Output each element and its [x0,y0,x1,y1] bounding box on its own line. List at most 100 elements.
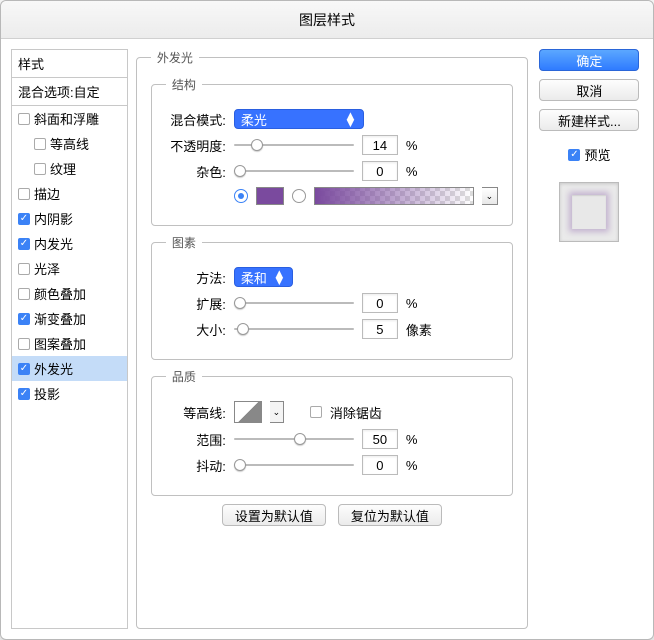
sidebar-item-label: 外发光 [34,359,73,378]
preview-checkbox[interactable]: ✓ [568,149,580,161]
chevron-updown-icon: ▲▼ [273,270,286,284]
preview-box [559,182,619,242]
jitter-label: 抖动: [166,456,226,475]
technique-select[interactable]: 柔和 ▲▼ [234,267,293,287]
quality-legend: 品质 [166,368,202,385]
blendmode-select[interactable]: 柔光 ▲▼ [234,109,364,129]
noise-unit: % [406,164,436,179]
gradient-radio[interactable] [292,189,306,203]
sidebar-item-checkbox[interactable] [18,288,30,300]
sidebar-item-5[interactable]: ✓ 内发光 [12,231,127,256]
sidebar-item-label: 纹理 [50,159,76,178]
right-column: 确定 取消 新建样式... ✓ 预览 [536,49,643,629]
preview-label: 预览 [584,145,610,164]
sidebar-item-1[interactable]: 等高线 [12,131,127,156]
size-label: 大小: [166,320,226,339]
outer-glow-group: 外发光 结构 混合模式: 柔光 ▲▼ 不透明度: [136,49,528,629]
sidebar-item-4[interactable]: ✓ 内阴影 [12,206,127,231]
range-unit: % [406,432,436,447]
size-input[interactable] [362,319,398,339]
sidebar-item-0[interactable]: 斜面和浮雕 [12,106,127,131]
sidebar-item-6[interactable]: 光泽 [12,256,127,281]
sidebar-item-label: 描边 [34,184,60,203]
range-label: 范围: [166,430,226,449]
sidebar-item-2[interactable]: 纹理 [12,156,127,181]
jitter-input[interactable] [362,455,398,475]
sidebar-item-label: 光泽 [34,259,60,278]
opacity-slider[interactable] [234,138,354,152]
blendmode-label: 混合模式: [166,110,226,129]
structure-group: 结构 混合模式: 柔光 ▲▼ 不透明度: % [151,76,513,226]
sidebar-item-checkbox[interactable]: ✓ [18,363,30,375]
range-input[interactable] [362,429,398,449]
sidebar-item-checkbox[interactable] [18,338,30,350]
sidebar-item-checkbox[interactable] [34,163,46,175]
spread-input[interactable] [362,293,398,313]
sidebar-item-9[interactable]: 图案叠加 [12,331,127,356]
spread-unit: % [406,296,436,311]
cancel-button[interactable]: 取消 [539,79,639,101]
quality-group: 品质 等高线: ⌄ 消除锯齿 范围: % [151,368,513,496]
sidebar-item-label: 内发光 [34,234,73,253]
chevron-updown-icon: ▲▼ [344,112,357,126]
sidebar-item-checkbox[interactable]: ✓ [18,213,30,225]
sidebar-item-label: 图案叠加 [34,334,86,353]
noise-label: 杂色: [166,162,226,181]
sidebar-item-8[interactable]: ✓ 渐变叠加 [12,306,127,331]
sidebar-item-checkbox[interactable]: ✓ [18,313,30,325]
sidebar-item-label: 等高线 [50,134,89,153]
noise-slider[interactable] [234,164,354,178]
noise-input[interactable] [362,161,398,181]
jitter-slider[interactable] [234,458,354,472]
new-style-button[interactable]: 新建样式... [539,109,639,131]
size-unit: 像素 [406,320,436,339]
set-default-button[interactable]: 设置为默认值 [222,504,326,526]
sidebar-item-7[interactable]: 颜色叠加 [12,281,127,306]
reset-default-button[interactable]: 复位为默认值 [338,504,442,526]
sidebar-item-label: 内阴影 [34,209,73,228]
outer-glow-legend: 外发光 [151,49,199,66]
sidebar-blend-options[interactable]: 混合选项:自定 [12,78,127,106]
contour-swatch[interactable] [234,401,262,423]
elements-group: 图素 方法: 柔和 ▲▼ 扩展: % [151,234,513,360]
contour-label: 等高线: [166,403,226,422]
sidebar-item-3[interactable]: 描边 [12,181,127,206]
preview-thumbnail [572,195,606,229]
sidebar-item-10[interactable]: ✓ 外发光 [12,356,127,381]
main-panel: 外发光 结构 混合模式: 柔光 ▲▼ 不透明度: [136,49,528,629]
sidebar-item-label: 颜色叠加 [34,284,86,303]
sidebar-item-label: 投影 [34,384,60,403]
style-sidebar: 样式 混合选项:自定 斜面和浮雕等高线纹理描边 ✓ 内阴影 ✓ 内发光光泽颜色叠加 ✓ 渐变… [11,49,128,629]
elements-legend: 图素 [166,234,202,251]
layer-style-dialog: 图层样式 样式 混合选项:自定 斜面和浮雕等高线纹理描边 ✓ 内阴影 ✓ 内发光光泽颜色… [0,0,654,640]
sidebar-item-checkbox[interactable]: ✓ [18,388,30,400]
spread-slider[interactable] [234,296,354,310]
antialias-label: 消除锯齿 [330,403,382,422]
sidebar-header[interactable]: 样式 [12,50,127,78]
window-title: 图层样式 [1,1,653,39]
color-radio[interactable] [234,189,248,203]
sidebar-item-checkbox[interactable] [34,138,46,150]
jitter-unit: % [406,458,436,473]
sidebar-item-checkbox[interactable] [18,188,30,200]
sidebar-item-label: 渐变叠加 [34,309,86,328]
technique-label: 方法: [166,268,226,287]
sidebar-item-11[interactable]: ✓ 投影 [12,381,127,406]
antialias-checkbox[interactable] [310,406,322,418]
sidebar-item-checkbox[interactable] [18,263,30,275]
opacity-input[interactable] [362,135,398,155]
structure-legend: 结构 [166,76,202,93]
ok-button[interactable]: 确定 [539,49,639,71]
size-slider[interactable] [234,322,354,336]
gradient-dropdown[interactable]: ⌄ [482,187,498,205]
sidebar-item-label: 斜面和浮雕 [34,109,99,128]
color-swatch[interactable] [256,187,284,205]
opacity-label: 不透明度: [166,136,226,155]
range-slider[interactable] [234,432,354,446]
spread-label: 扩展: [166,294,226,313]
gradient-preview[interactable] [314,187,474,205]
contour-dropdown[interactable]: ⌄ [270,401,284,423]
sidebar-item-checkbox[interactable]: ✓ [18,238,30,250]
sidebar-item-checkbox[interactable] [18,113,30,125]
opacity-unit: % [406,138,436,153]
